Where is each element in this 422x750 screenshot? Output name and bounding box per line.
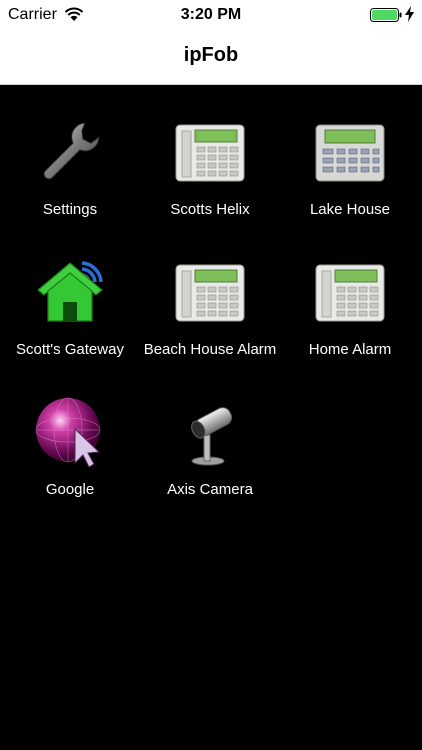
alarm-keypad-icon bbox=[315, 124, 385, 182]
tile-label: Beach House Alarm bbox=[143, 341, 277, 358]
tile-settings[interactable]: Settings bbox=[0, 85, 140, 218]
tile-label: Settings bbox=[42, 201, 98, 218]
battery-icon bbox=[370, 8, 402, 22]
tile-lake-house[interactable]: Lake House bbox=[280, 85, 420, 218]
alarm-keypad-icon bbox=[315, 264, 385, 322]
tile-label: Lake House bbox=[309, 201, 391, 218]
security-camera-icon bbox=[191, 407, 233, 466]
tile-label: Home Alarm bbox=[308, 341, 392, 358]
wrench-icon bbox=[43, 122, 100, 180]
device-grid: Settings Scotts Helix Lake House Scott's… bbox=[0, 85, 422, 750]
tile-label: Google bbox=[45, 481, 95, 498]
tile-beach-house-alarm[interactable]: Beach House Alarm bbox=[140, 225, 280, 358]
tile-scotts-helix[interactable]: Scotts Helix bbox=[140, 85, 280, 218]
tile-label: Scott's Gateway bbox=[16, 341, 124, 358]
status-bar: Carrier 3:20 PM bbox=[0, 0, 422, 30]
home-gateway-icon bbox=[37, 261, 103, 322]
globe-cursor-icon bbox=[35, 397, 101, 467]
tile-label: Scotts Helix bbox=[170, 201, 250, 218]
tile-google[interactable]: Google bbox=[0, 365, 140, 498]
page-title: ipFob bbox=[183, 44, 239, 66]
tile-home-alarm[interactable]: Home Alarm bbox=[280, 225, 420, 358]
clock: 3:20 PM bbox=[180, 6, 242, 23]
navigation-bar: ipFob bbox=[0, 30, 422, 85]
tile-label: Axis Camera bbox=[167, 481, 253, 498]
alarm-keypad-icon bbox=[175, 124, 245, 182]
alarm-keypad-icon bbox=[175, 264, 245, 322]
tile-scotts-gateway[interactable]: Scott's Gateway bbox=[0, 225, 140, 358]
tile-axis-camera[interactable]: Axis Camera bbox=[140, 365, 280, 498]
charging-bolt-icon bbox=[405, 6, 414, 22]
